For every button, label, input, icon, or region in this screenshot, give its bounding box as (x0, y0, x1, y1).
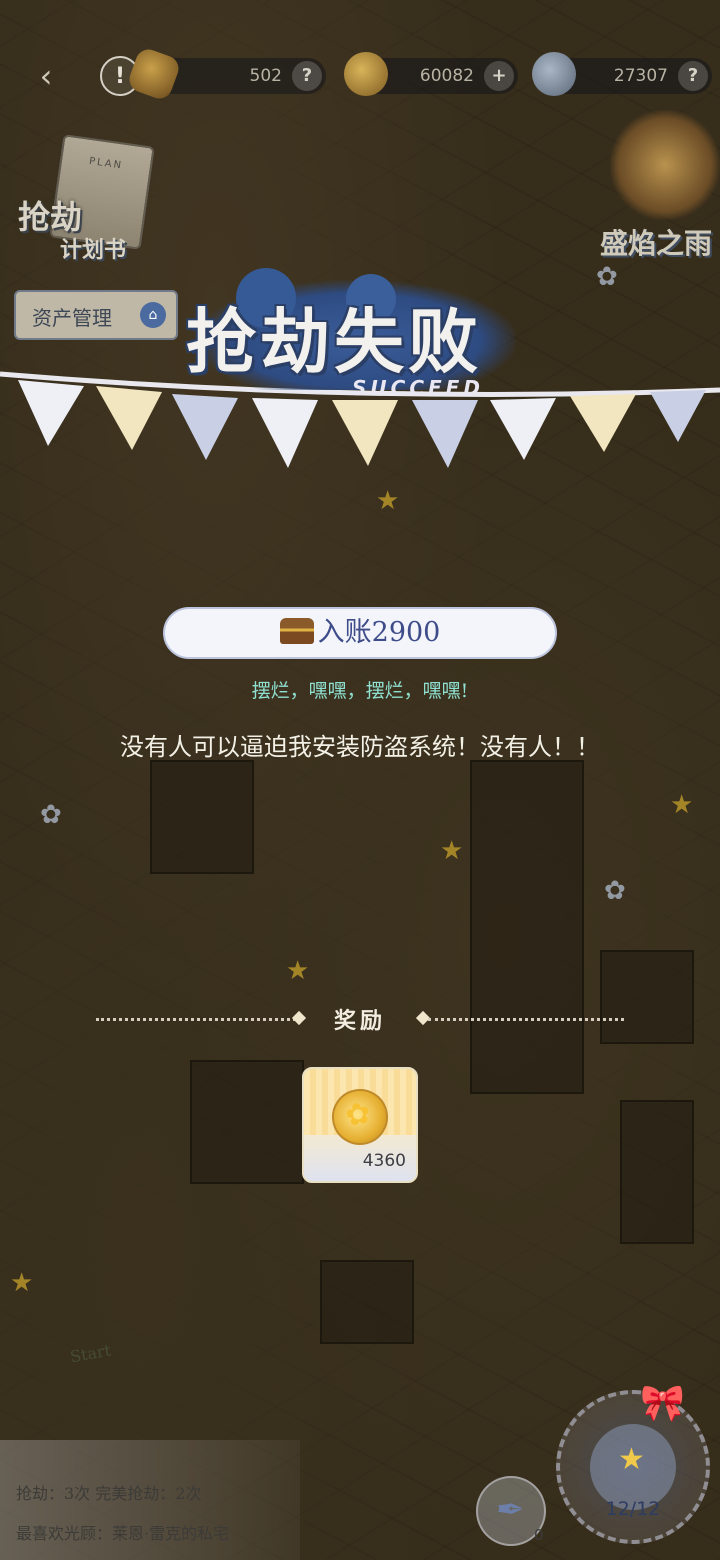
income-pill: 入账2900 (163, 607, 557, 659)
reward-amount: 4360 (362, 1151, 406, 1171)
result-subtitle-text: SUCCEED (352, 376, 484, 400)
income-amount: 入账2900 (317, 617, 441, 648)
treasure-chest-icon (279, 618, 314, 644)
back-arrow-icon[interactable]: ‹ (24, 56, 68, 96)
reward-label: 奖励 (333, 1009, 386, 1034)
asset-management-label: 资产管理 (32, 306, 112, 330)
gem-icon (125, 45, 183, 103)
help-icon[interactable]: ? (292, 61, 322, 91)
raid-button[interactable]: ★ 12/12 (556, 1390, 710, 1544)
feather-coin-icon (532, 52, 576, 96)
help-icon[interactable]: ? (678, 61, 708, 91)
robbery-plan-button[interactable]: PLAN 抢劫 计划书 (18, 134, 168, 270)
add-coin-button[interactable]: + (484, 61, 514, 91)
home-icon: ⌂ (140, 302, 166, 328)
taunt-message: 摆烂，嘿嘿，摆烂，嘿嘿! (251, 680, 469, 702)
feather-icon: ✒ (496, 1490, 525, 1530)
reward-divider-right (428, 1018, 624, 1021)
resource-gem: 502 ? (125, 45, 326, 103)
coin-count: 60082 (419, 66, 474, 86)
plan-card-label: PLAN (88, 155, 124, 172)
result-title-text: 抢劫失败 (186, 301, 482, 383)
event-title: 盛焰之雨 (599, 227, 712, 260)
robbery-count-text: 抢劫：3次 完美抢劫：2次 (16, 1484, 202, 1503)
raid-counter: 12/12 (605, 1498, 661, 1520)
feather-item-button[interactable]: ✒ 0 (476, 1476, 546, 1546)
top-bar: ‹ ! 502 ? 60082 + 27307 ? (0, 45, 720, 103)
event-art (610, 110, 720, 220)
star-icon: ★ (618, 1442, 645, 1477)
feather-count: 0 (534, 1526, 544, 1544)
asset-management-button[interactable]: 资产管理 ⌂ (14, 290, 178, 340)
ribbon-bow-icon: 🎀 (640, 1383, 685, 1424)
resource-feather: 27307 ? (532, 52, 712, 96)
reward-coin-card[interactable]: 4360 (302, 1067, 418, 1183)
robbery-result-title: 抢劫失败 SUCCEED (176, 268, 536, 410)
resource-coin: 60082 + (344, 52, 518, 96)
robbery-stats-panel: 抢劫：3次 完美抢劫：2次 最喜欢光顾：莱恩·雷克的私宅 (0, 1440, 300, 1560)
feather-coin-count: 27307 (613, 66, 668, 86)
reward-divider-left (96, 1018, 296, 1021)
gem-count: 502 (249, 66, 282, 86)
plan-subtitle: 计划书 (60, 237, 127, 263)
favorite-target-text: 最喜欢光顾：莱恩·雷克的私宅 (16, 1524, 230, 1543)
boast-message: 没有人可以逼迫我安装防盗系统！没有人！！ (120, 733, 600, 761)
coin-icon (344, 52, 388, 96)
event-banner[interactable]: 盛焰之雨 (570, 110, 720, 270)
